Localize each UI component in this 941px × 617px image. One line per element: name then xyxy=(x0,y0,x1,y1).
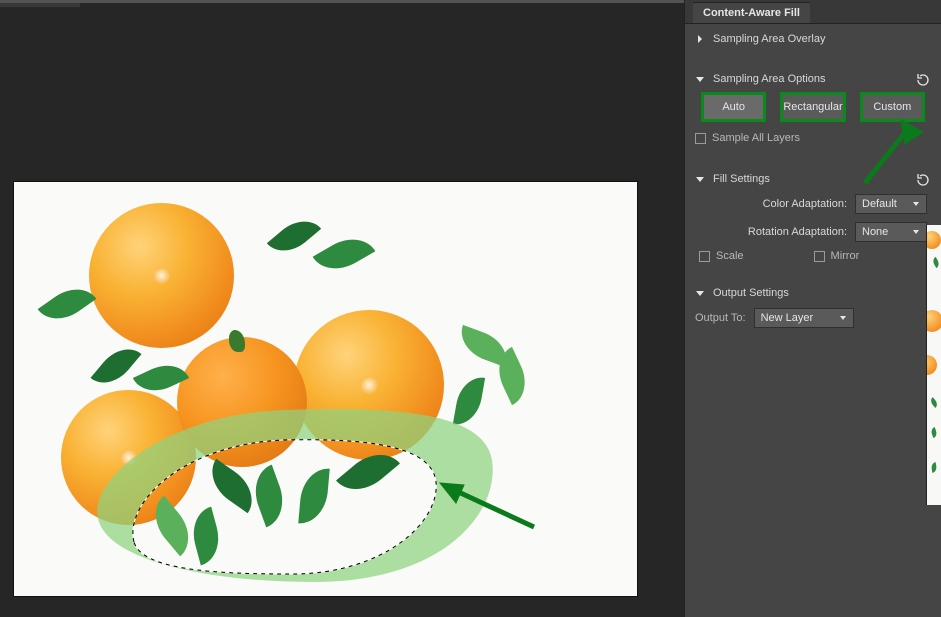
chevron-down-icon xyxy=(839,314,847,322)
mode-auto-button[interactable]: Auto xyxy=(703,94,764,120)
mode-custom-button[interactable]: Custom xyxy=(862,94,923,120)
chevron-down-icon xyxy=(912,200,920,208)
chevron-down-icon xyxy=(695,288,705,298)
rotation-adaptation-select[interactable]: None xyxy=(855,222,927,242)
canvas-area xyxy=(0,0,684,617)
rotation-adaptation-label: Rotation Adaptation: xyxy=(732,226,847,238)
output-to-row: Output To: New Layer xyxy=(685,308,941,336)
mode-rectangular-button[interactable]: Rectangular xyxy=(782,94,843,120)
document-image[interactable] xyxy=(14,182,637,596)
sample-all-layers-label: Sample All Layers xyxy=(712,132,800,144)
section-header[interactable]: Fill Settings xyxy=(685,172,941,194)
document-viewport[interactable] xyxy=(0,7,684,617)
color-adaptation-row: Color Adaptation: Default xyxy=(685,194,941,222)
section-header[interactable]: Sampling Area Overlay xyxy=(685,32,941,54)
output-to-label: Output To: xyxy=(695,312,746,324)
reset-icon[interactable] xyxy=(915,172,931,188)
section-header[interactable]: Sampling Area Options xyxy=(685,72,941,94)
color-adaptation-value: Default xyxy=(862,198,897,210)
mirror-label: Mirror xyxy=(831,250,860,262)
scale-label: Scale xyxy=(716,250,744,262)
chevron-down-icon xyxy=(695,74,705,84)
color-adaptation-label: Color Adaptation: xyxy=(732,198,847,210)
section-fill-settings: Fill Settings Color Adaptation: Default … xyxy=(685,164,941,278)
output-to-select[interactable]: New Layer xyxy=(754,308,854,328)
mirror-checkbox[interactable] xyxy=(814,251,825,262)
chevron-right-icon xyxy=(695,34,705,44)
section-sampling-overlay: Sampling Area Overlay xyxy=(685,24,941,64)
scale-checkbox[interactable] xyxy=(699,251,710,262)
rotation-adaptation-value: None xyxy=(862,226,888,238)
section-sampling-options: Sampling Area Options Auto Rectangular C… xyxy=(685,64,941,164)
sample-all-layers-checkbox[interactable] xyxy=(695,133,706,144)
caf-panel: Content-Aware Fill Sampling Area Overlay… xyxy=(684,0,941,617)
scale-mirror-row: Scale Mirror xyxy=(685,250,941,268)
panel-tab-bar: Content-Aware Fill xyxy=(685,0,941,24)
section-output-settings: Output Settings Output To: New Layer xyxy=(685,278,941,346)
output-to-value: New Layer xyxy=(761,312,814,324)
reset-icon[interactable] xyxy=(915,72,931,88)
panel-tab-caf[interactable]: Content-Aware Fill xyxy=(693,2,810,23)
section-title: Fill Settings xyxy=(713,173,770,185)
section-title: Output Settings xyxy=(713,287,789,299)
annotation-arrow xyxy=(434,477,554,537)
top-options-bar xyxy=(0,0,684,3)
rotation-adaptation-row: Rotation Adaptation: None xyxy=(685,222,941,250)
preview-sliver xyxy=(926,225,941,505)
section-title: Sampling Area Options xyxy=(713,73,826,85)
chevron-down-icon xyxy=(912,228,920,236)
section-title: Sampling Area Overlay xyxy=(713,33,826,45)
color-adaptation-select[interactable]: Default xyxy=(855,194,927,214)
section-header[interactable]: Output Settings xyxy=(685,286,941,308)
chevron-down-icon xyxy=(695,174,705,184)
